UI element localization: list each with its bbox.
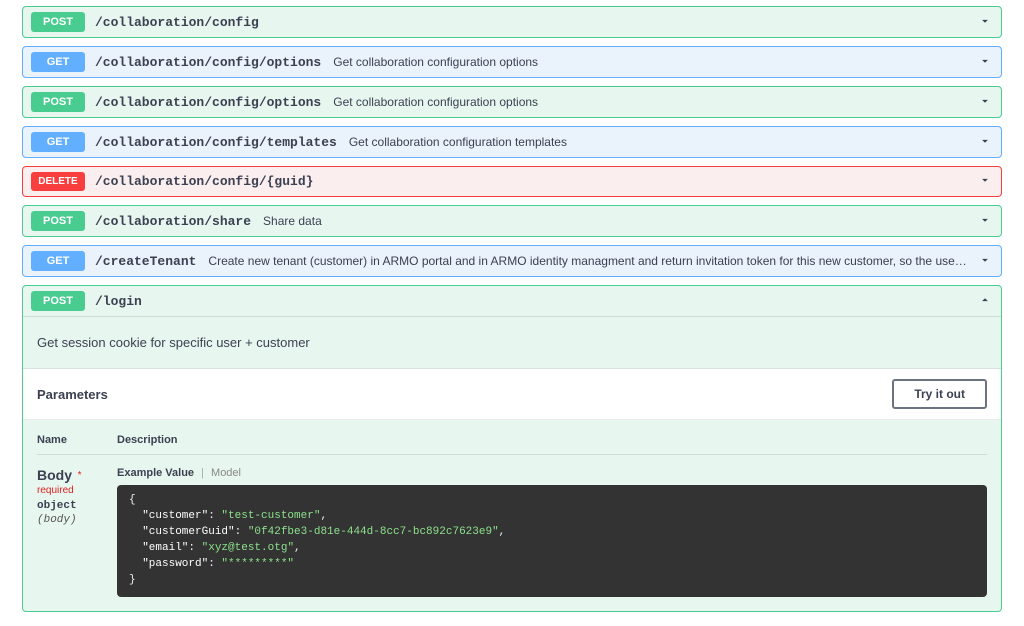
endpoint-login: POST /login Get session cookie for speci… bbox=[22, 285, 1002, 612]
chevron-down-icon bbox=[977, 173, 993, 190]
endpoint-path: /collaboration/config/templates bbox=[95, 135, 337, 150]
endpoint-description: Get session cookie for specific user + c… bbox=[23, 317, 1001, 369]
endpoint-desc: Get collaboration configuration options bbox=[333, 55, 969, 69]
param-name: Body bbox=[37, 467, 72, 483]
tab-example-value[interactable]: Example Value bbox=[117, 467, 194, 479]
chevron-down-icon bbox=[977, 134, 993, 151]
endpoint-path: /collaboration/config/options bbox=[95, 55, 321, 70]
endpoint-row: POST/collaboration/config bbox=[22, 6, 1002, 38]
method-badge: GET bbox=[31, 52, 85, 72]
endpoint-path: /collaboration/share bbox=[95, 214, 251, 229]
chevron-up-icon bbox=[977, 293, 993, 310]
example-code-block[interactable]: { "customer": "test-customer", "customer… bbox=[117, 485, 987, 597]
endpoint-row: POST/collaboration/config/options Get col… bbox=[22, 86, 1002, 118]
parameter-row: Body * required object (body) Example Va… bbox=[37, 467, 987, 597]
method-badge: POST bbox=[31, 291, 85, 311]
endpoint-summary[interactable]: POST/collaboration/config bbox=[23, 7, 1001, 37]
endpoint-desc: Share data bbox=[263, 214, 969, 228]
method-badge: POST bbox=[31, 92, 85, 112]
parameters-bar: Parameters Try it out bbox=[23, 369, 1001, 420]
endpoint-summary[interactable]: DELETE/collaboration/config/{guid} bbox=[23, 167, 1001, 196]
endpoint-summary[interactable]: POST/collaboration/config/options Get col… bbox=[23, 87, 1001, 117]
endpoint-desc: Create new tenant (customer) in ARMO por… bbox=[208, 254, 969, 268]
chevron-down-icon bbox=[977, 253, 993, 270]
example-tabs: Example Value | Model bbox=[117, 467, 987, 479]
endpoint-path: /collaboration/config/options bbox=[95, 95, 321, 110]
endpoint-desc: Get collaboration configuration options bbox=[333, 95, 969, 109]
endpoint-row: GET/collaboration/config/options Get coll… bbox=[22, 46, 1002, 78]
tab-model[interactable]: Model bbox=[211, 467, 241, 479]
endpoint-path: /login bbox=[95, 294, 142, 309]
endpoint-summary[interactable]: POST /login bbox=[23, 286, 1001, 317]
endpoint-row: DELETE/collaboration/config/{guid} bbox=[22, 166, 1002, 197]
method-badge: POST bbox=[31, 211, 85, 231]
endpoint-summary[interactable]: GET/collaboration/config/options Get coll… bbox=[23, 47, 1001, 77]
param-in: (body) bbox=[37, 514, 117, 526]
chevron-down-icon bbox=[977, 213, 993, 230]
column-header-description: Description bbox=[117, 434, 987, 446]
endpoint-path: /collaboration/config bbox=[95, 15, 259, 30]
method-badge: GET bbox=[31, 251, 85, 271]
method-badge: GET bbox=[31, 132, 85, 152]
column-header-name: Name bbox=[37, 434, 117, 446]
endpoint-row: GET/createTenant Create new tenant (custo… bbox=[22, 245, 1002, 277]
method-badge: DELETE bbox=[31, 172, 85, 191]
endpoint-row: POST/collaboration/share Share data bbox=[22, 205, 1002, 237]
try-it-out-button[interactable]: Try it out bbox=[892, 379, 987, 409]
endpoint-desc: Get collaboration configuration template… bbox=[349, 135, 969, 149]
chevron-down-icon bbox=[977, 54, 993, 71]
chevron-down-icon bbox=[977, 94, 993, 111]
endpoint-path: /createTenant bbox=[95, 254, 196, 269]
method-badge: POST bbox=[31, 12, 85, 32]
parameters-section: Name Description Body * required object … bbox=[23, 420, 1001, 611]
chevron-down-icon bbox=[977, 14, 993, 31]
endpoint-row: GET/collaboration/config/templates Get co… bbox=[22, 126, 1002, 158]
param-type: object bbox=[37, 500, 117, 512]
endpoint-summary[interactable]: POST/collaboration/share Share data bbox=[23, 206, 1001, 236]
endpoint-path: /collaboration/config/{guid} bbox=[95, 174, 313, 189]
parameters-title: Parameters bbox=[37, 387, 108, 402]
endpoint-summary[interactable]: GET/createTenant Create new tenant (custo… bbox=[23, 246, 1001, 276]
endpoint-summary[interactable]: GET/collaboration/config/templates Get co… bbox=[23, 127, 1001, 157]
